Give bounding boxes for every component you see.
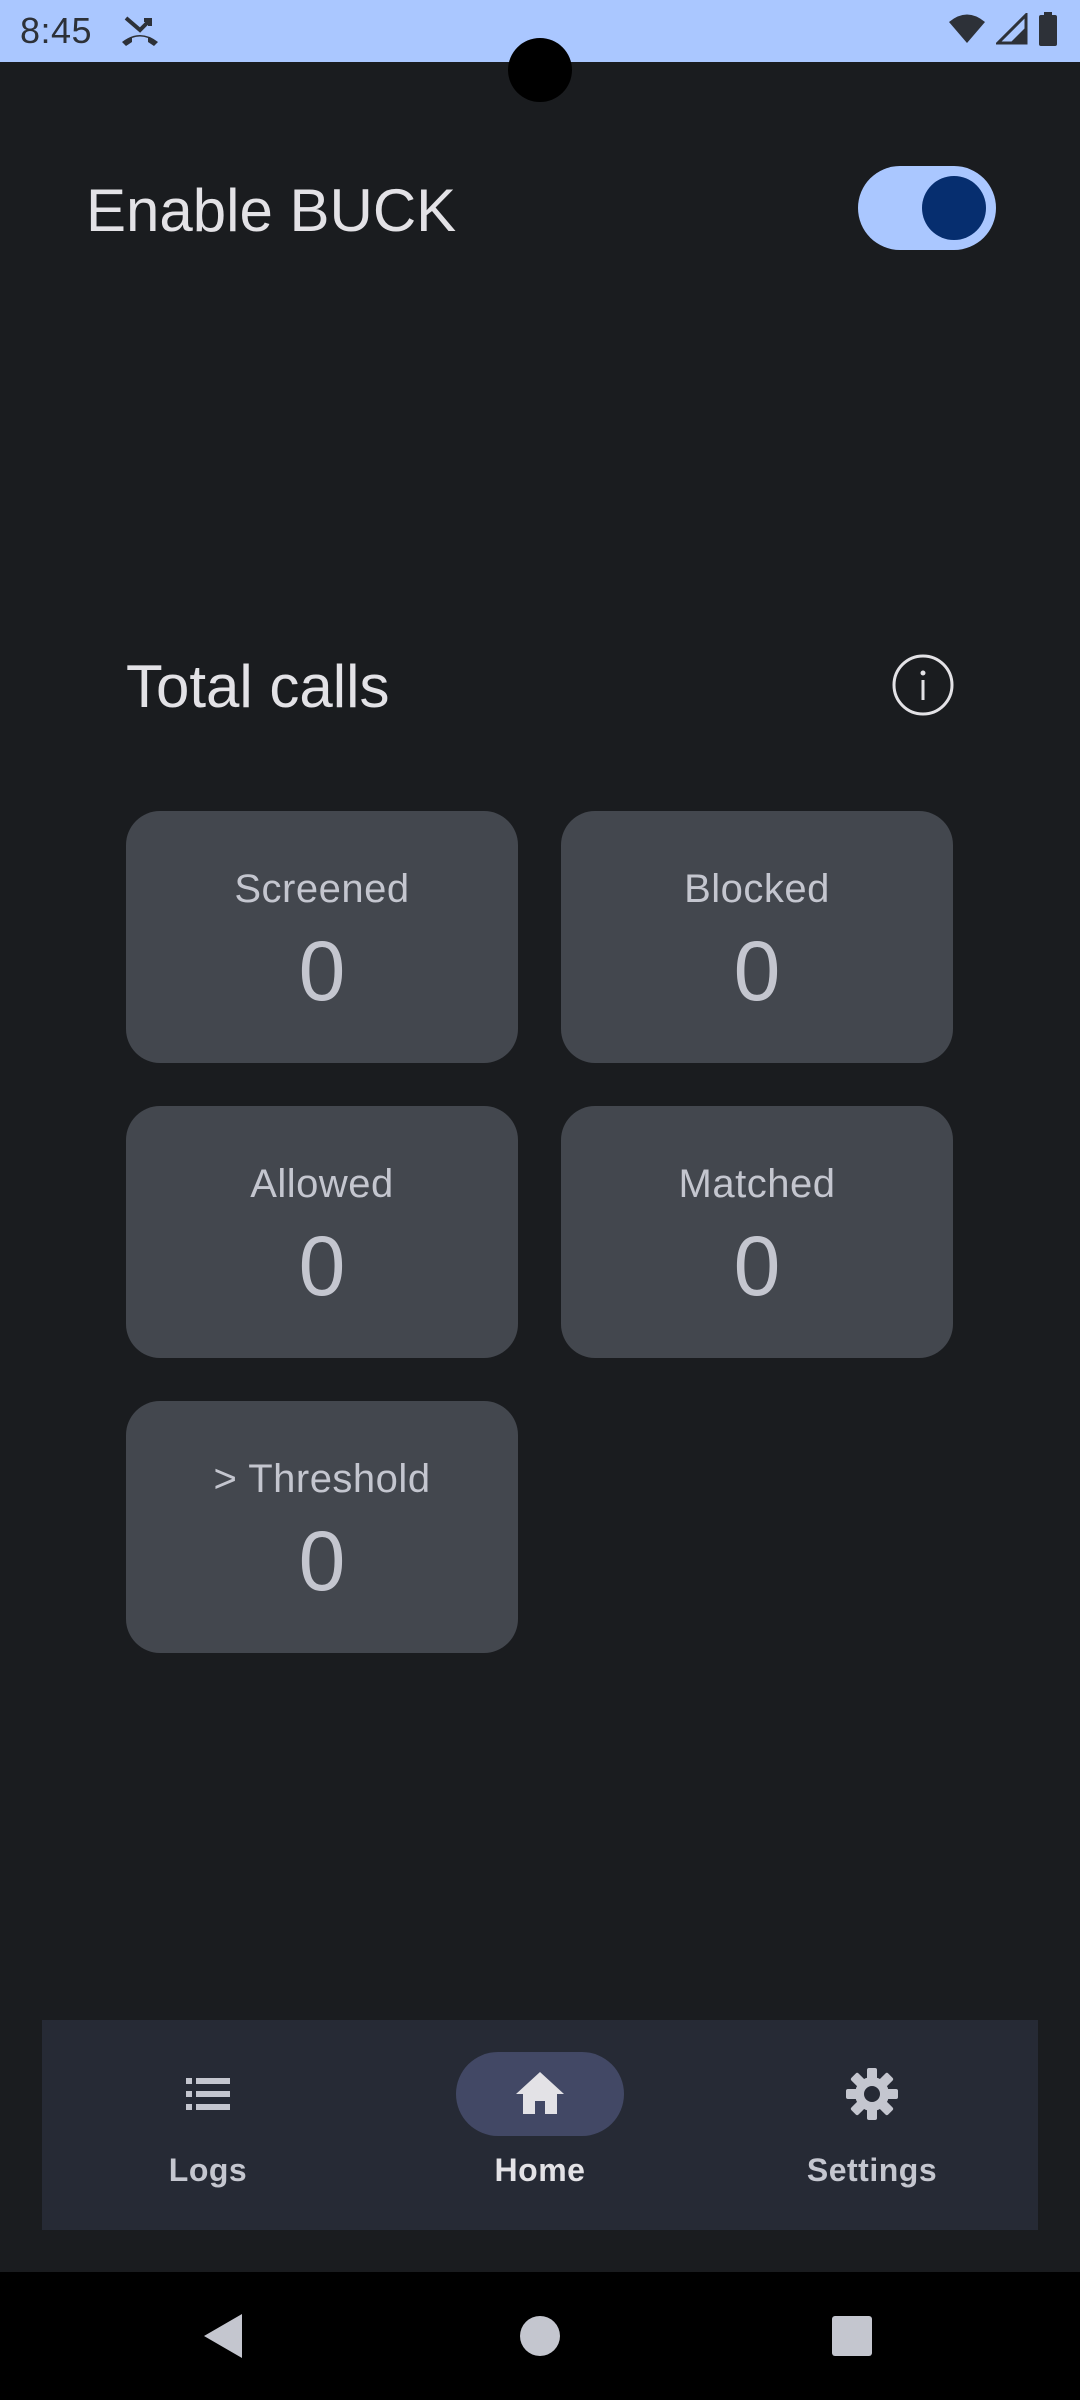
stat-value: 0 [298,1219,346,1313]
stat-label: Blocked [684,867,830,911]
back-icon[interactable] [192,2304,256,2368]
system-navigation-bar [0,2272,1080,2400]
stat-value: 0 [298,924,346,1018]
stat-card-threshold: > Threshold 0 [126,1401,518,1653]
wifi-icon [949,14,985,43]
info-icon[interactable] [892,654,954,716]
home-circle-icon[interactable] [508,2304,572,2368]
status-icons [948,12,1058,46]
recents-icon[interactable] [820,2304,884,2368]
bottom-navigation: Logs Home Settings [42,2020,1038,2230]
stat-card-matched: Matched 0 [561,1106,953,1358]
toggle-knob [922,176,986,240]
camera-cutout [508,38,572,102]
nav-item-logs[interactable]: Logs [42,2020,374,2230]
missed-call-icon [122,16,158,46]
list-icon [186,2078,230,2110]
nav-label: Logs [168,2152,248,2188]
total-calls-title: Total calls [126,653,390,720]
stat-label: Screened [234,867,410,911]
stat-label: Allowed [250,1162,394,1206]
stat-value: 0 [733,924,781,1018]
status-time: 8:45 [20,10,93,51]
stat-value: 0 [298,1514,346,1608]
stat-card-allowed: Allowed 0 [126,1106,518,1358]
stat-card-blocked: Blocked 0 [561,811,953,1063]
nav-item-settings[interactable]: Settings [706,2020,1038,2230]
home-icon [516,2072,564,2114]
stat-label: Matched [678,1162,836,1206]
nav-label: Settings [806,2152,938,2188]
signal-icon [996,13,1028,45]
nav-label: Home [494,2152,586,2188]
enable-buck-toggle[interactable] [858,166,996,250]
app-screen: 8:45 Enable BUCK Total calls Screened 0 … [0,0,1080,2400]
stat-label: > Threshold [213,1457,431,1501]
stat-value: 0 [733,1219,781,1313]
gear-icon [846,2068,898,2120]
battery-icon [1039,12,1057,46]
stat-card-screened: Screened 0 [126,811,518,1063]
nav-item-home[interactable]: Home [374,2020,706,2230]
enable-buck-label: Enable BUCK [86,177,457,244]
